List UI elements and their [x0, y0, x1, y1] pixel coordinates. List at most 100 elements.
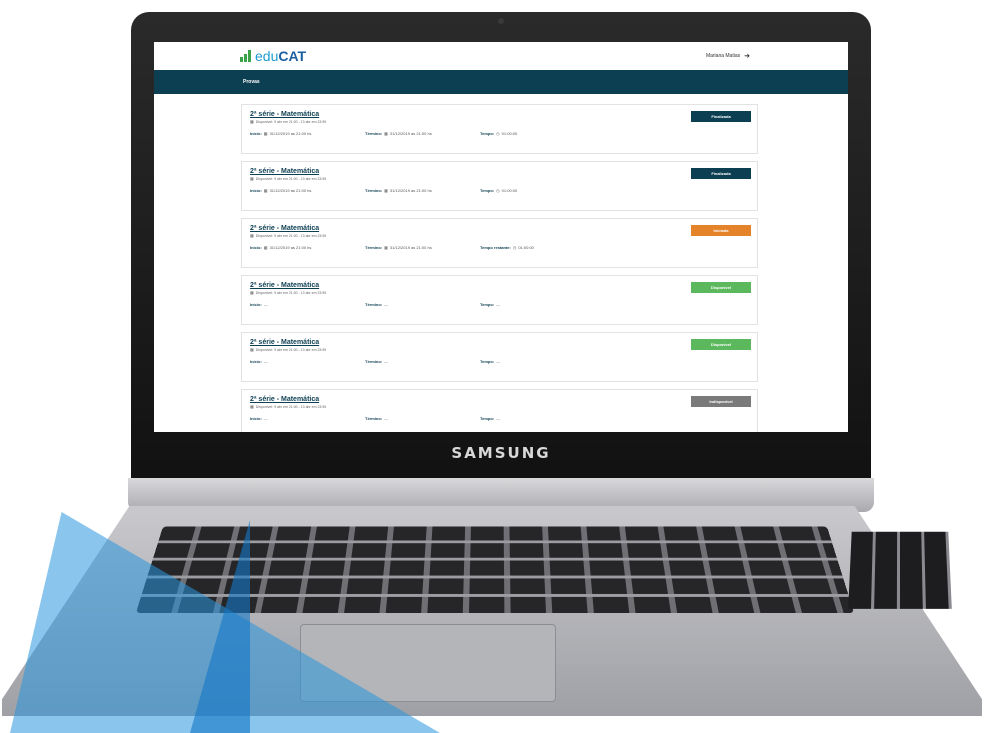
calendar-icon: ▦	[263, 245, 268, 250]
exam-info-row: Início: --- Término: --- Tempo: ---	[250, 416, 751, 421]
time-value: 01:00:00	[501, 188, 518, 193]
time-label: Tempo:	[480, 188, 495, 193]
calendar-icon: ▦	[250, 347, 254, 352]
status-badge[interactable]: Iniciada	[691, 225, 751, 236]
time-info: Tempo: ---	[480, 416, 500, 421]
start-label: Início:	[250, 131, 262, 136]
exam-title-link[interactable]: 2ª série - Matemática	[250, 396, 751, 403]
end-info: Término: ---	[365, 359, 480, 364]
exam-card: 2ª série - Matemática ▦ Disponível: 9 ab…	[241, 389, 758, 432]
availability-row: ▦ Disponível: 9 abr em 21:00 - 13 abr em…	[250, 233, 751, 238]
start-info: Início: ---	[250, 302, 365, 307]
exam-card: 2ª série - Matemática ▦ Disponível: 9 ab…	[241, 161, 758, 211]
exam-title-link[interactable]: 2ª série - Matemática	[250, 111, 751, 118]
numeric-keypad	[848, 531, 952, 609]
start-info: Início: ▦ 31/12/2019 as 21:00 hs	[250, 188, 365, 193]
educat-logo[interactable]: eduCAT	[240, 48, 306, 64]
time-info: Tempo: ◷ 01:00:00	[480, 188, 517, 193]
logo-bars-icon	[240, 50, 251, 62]
user-menu[interactable]: Mariana Matias ➜	[706, 52, 750, 60]
exam-info-row: Início: ▦ 31/12/2019 as 21:00 hs Término…	[250, 245, 751, 250]
end-value: ---	[384, 302, 389, 307]
availability-text: Disponível: 9 abr em 21:00 - 13 abr em 2…	[255, 290, 327, 295]
end-value: ---	[384, 416, 389, 421]
start-info: Início: ▦ 31/12/2019 as 21:00 hs	[250, 131, 365, 136]
time-info: Tempo: ---	[480, 302, 500, 307]
time-value: 01:00:00	[501, 131, 518, 136]
logo-text: eduCAT	[255, 48, 307, 64]
exam-info-row: Início: ▦ 31/12/2019 as 21:00 hs Término…	[250, 188, 751, 193]
logout-icon[interactable]: ➜	[744, 52, 750, 60]
exam-card: 2ª série - Matemática ▦ Disponível: 9 ab…	[241, 104, 758, 154]
end-value: 31/12/2019 as 21:00 hs	[389, 131, 432, 136]
end-label: Término:	[365, 359, 383, 364]
start-value: ---	[263, 416, 268, 421]
time-value: ---	[496, 416, 501, 421]
calendar-icon: ▦	[250, 404, 254, 409]
time-info: Tempo: ◷ 01:00:00	[480, 131, 517, 136]
start-value: ---	[263, 302, 268, 307]
calendar-icon: ▦	[384, 131, 388, 136]
end-label: Término:	[365, 131, 383, 136]
availability-row: ▦ Disponível: 9 abr em 21:00 - 13 abr em…	[250, 290, 751, 295]
start-value: ---	[263, 359, 268, 364]
start-info: Início: ---	[250, 416, 365, 421]
status-badge[interactable]: Disponível	[691, 282, 751, 293]
time-value: ---	[496, 359, 501, 364]
calendar-icon: ▦	[250, 176, 254, 181]
start-info: Início: ---	[250, 359, 365, 364]
end-label: Término:	[365, 245, 383, 250]
end-label: Término:	[365, 302, 383, 307]
end-info: Término: ▦ 31/12/2019 as 21:00 hs	[365, 131, 480, 136]
availability-row: ▦ Disponível: 9 abr em 21:00 - 13 abr em…	[250, 119, 751, 124]
availability-row: ▦ Disponível: 9 abr em 21:00 - 13 abr em…	[250, 404, 751, 409]
exam-title-link[interactable]: 2ª série - Matemática	[250, 339, 751, 346]
time-label: Tempo restante:	[480, 245, 511, 250]
calendar-icon: ▦	[250, 119, 254, 124]
exam-card: 2ª série - Matemática ▦ Disponível: 9 ab…	[241, 332, 758, 382]
exam-title-link[interactable]: 2ª série - Matemática	[250, 225, 751, 232]
laptop-screen: eduCAT Mariana Matias ➜ Provas 2ª série …	[154, 42, 848, 432]
availability-text: Disponível: 9 abr em 21:00 - 13 abr em 2…	[255, 404, 327, 409]
availability-row: ▦ Disponível: 9 abr em 21:00 - 13 abr em…	[250, 347, 751, 352]
start-label: Início:	[250, 359, 262, 364]
start-value: 31/12/2019 as 21:00 hs	[269, 188, 312, 193]
user-name: Mariana Matias	[705, 53, 741, 59]
availability-row: ▦ Disponível: 9 abr em 21:00 - 13 abr em…	[250, 176, 751, 181]
calendar-icon: ▦	[263, 188, 268, 193]
start-info: Início: ▦ 31/12/2019 as 21:00 hs	[250, 245, 365, 250]
status-badge[interactable]: Indisponível	[691, 396, 751, 407]
time-info: Tempo: ---	[480, 359, 500, 364]
calendar-icon: ▦	[250, 233, 254, 238]
app-header: eduCAT Mariana Matias ➜	[154, 42, 848, 70]
availability-text: Disponível: 9 abr em 21:00 - 13 abr em 2…	[255, 119, 327, 124]
exam-info-row: Início: --- Término: --- Tempo: ---	[250, 359, 751, 364]
exam-title-link[interactable]: 2ª série - Matemática	[250, 282, 751, 289]
start-label: Início:	[250, 188, 262, 193]
end-info: Término: ---	[365, 302, 480, 307]
laptop-lid: eduCAT Mariana Matias ➜ Provas 2ª série …	[131, 12, 871, 490]
availability-text: Disponível: 9 abr em 21:00 - 13 abr em 2…	[255, 347, 327, 352]
start-value: 31/12/2019 as 21:00 hs	[269, 245, 312, 250]
end-value: 31/12/2019 as 21:00 hs	[389, 188, 432, 193]
start-label: Início:	[250, 416, 262, 421]
exam-info-row: Início: ▦ 31/12/2019 as 21:00 hs Término…	[250, 131, 751, 136]
status-badge[interactable]: Finalizada	[691, 111, 751, 122]
time-label: Tempo:	[480, 131, 495, 136]
clock-icon: ◷	[512, 245, 517, 250]
clock-icon: ◷	[496, 131, 500, 136]
end-info: Término: ▦ 31/12/2019 as 21:00 hs	[365, 245, 480, 250]
start-value: 31/12/2019 as 21:00 hs	[269, 131, 312, 136]
nav-item-provas[interactable]: Provas	[243, 79, 260, 85]
time-value: ---	[496, 302, 501, 307]
time-label: Tempo:	[480, 416, 495, 421]
start-label: Início:	[250, 245, 262, 250]
end-label: Término:	[365, 188, 383, 193]
end-info: Término: ---	[365, 416, 480, 421]
status-badge[interactable]: Finalizada	[691, 168, 751, 179]
calendar-icon: ▦	[250, 290, 254, 295]
exam-title-link[interactable]: 2ª série - Matemática	[250, 168, 751, 175]
status-badge[interactable]: Disponível	[691, 339, 751, 350]
webcam	[498, 18, 504, 24]
end-info: Término: ▦ 31/12/2019 as 21:00 hs	[365, 188, 480, 193]
